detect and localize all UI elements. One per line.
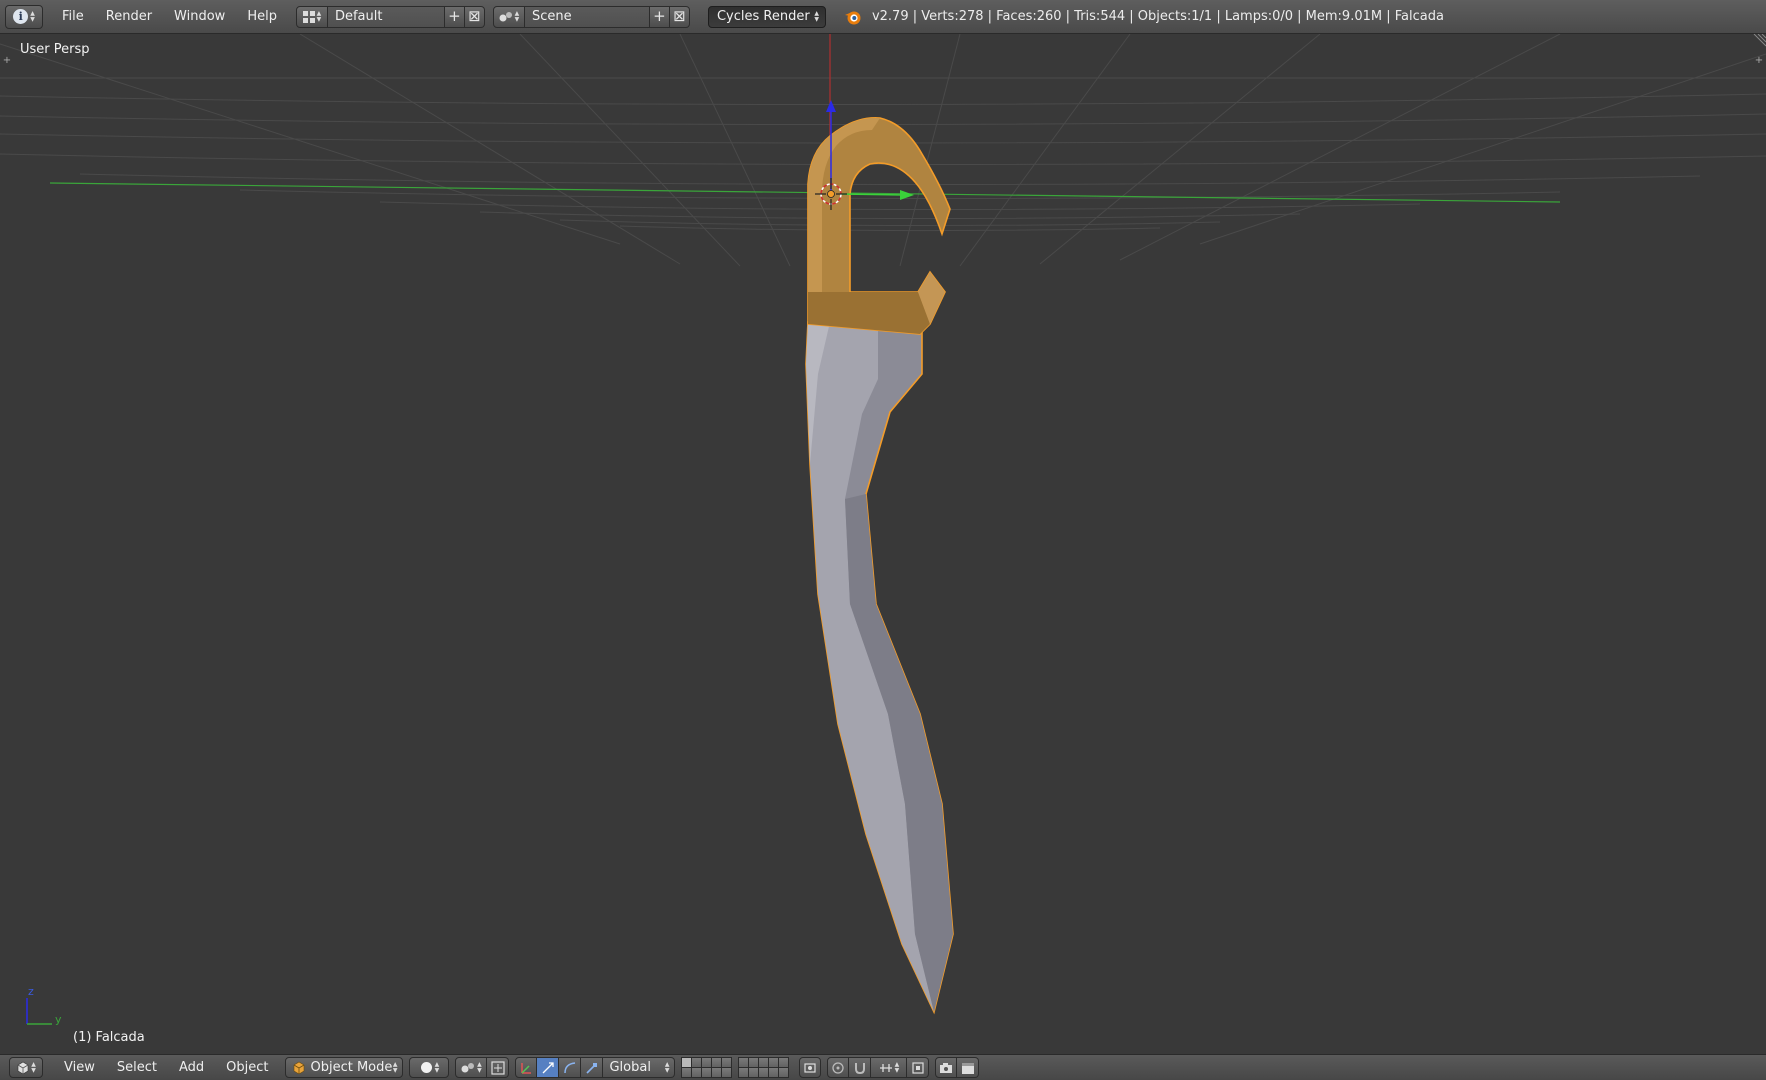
combined-manipulator-icon: [586, 1062, 597, 1074]
snap-target-icon: [912, 1061, 924, 1074]
transform-orientation-label: Global: [609, 1060, 651, 1075]
manipulator-scale-button[interactable]: [559, 1057, 582, 1078]
chevron-updown-icon: ▲ ▼: [30, 9, 35, 23]
y-axis-line: [49, 182, 1561, 203]
opengl-render-animation-button[interactable]: [957, 1057, 980, 1078]
chevron-updown-icon: ▲ ▼: [814, 9, 819, 23]
chevron-updown-icon: ▲ ▼: [434, 1060, 440, 1074]
scene-browse-button[interactable]: ▲ ▼: [492, 5, 525, 28]
menu-view[interactable]: View: [53, 1060, 106, 1075]
manipulator-rotate-button[interactable]: [537, 1057, 560, 1078]
editor-type-button[interactable]: i ▲ ▼: [5, 4, 43, 29]
lock-layers-button[interactable]: [799, 1057, 822, 1078]
active-object-label: (1) Falcada: [73, 1030, 145, 1045]
menu-render[interactable]: Render: [95, 0, 163, 34]
proportional-editing-button[interactable]: [827, 1057, 850, 1078]
3d-viewport[interactable]: z y User Persp (1) Falcada + +: [0, 34, 1766, 1054]
pivot-and-manipulator-group: ▲ ▼: [455, 1057, 510, 1078]
interaction-mode-dropdown[interactable]: Object Mode ▲ ▼: [285, 1057, 404, 1078]
scene-field[interactable]: Scene: [524, 5, 650, 28]
info-header: i ▲ ▼ File Render Window Help ▲ ▼ Default …: [0, 0, 1766, 34]
snap-increment-icon: [879, 1063, 892, 1072]
screen-layout-selector: ▲ ▼ Default + ⊠: [295, 5, 485, 28]
3d-view-header: ▲ ▼ View Select Add Object Object Mode ▲ ▼…: [0, 1054, 1766, 1080]
properties-expand-icon[interactable]: +: [1754, 56, 1764, 66]
clapperboard-icon: [961, 1062, 974, 1074]
menu-add[interactable]: Add: [168, 1060, 215, 1075]
rotate-icon: [542, 1061, 554, 1073]
area-split-corner-icon[interactable]: [1750, 34, 1766, 50]
toolshelf-expand-icon[interactable]: +: [2, 56, 12, 66]
translate-arrows-icon: [521, 1062, 532, 1074]
scene-layers: [681, 1057, 790, 1078]
main-menu: File Render Window Help: [51, 0, 288, 34]
blender-logo-icon: [844, 11, 861, 24]
solid-shading-icon: [420, 1062, 432, 1073]
chevron-updown-icon: ▲ ▼: [477, 1060, 482, 1074]
render-engine-dropdown[interactable]: Cycles Render ▲ ▼: [707, 5, 826, 28]
screen-layout-browse-button[interactable]: ▲ ▼: [295, 5, 328, 28]
snap-target-button[interactable]: [907, 1057, 930, 1078]
chevron-updown-icon: ▲ ▼: [392, 1061, 398, 1074]
gizmo-y-label: y: [55, 1013, 62, 1026]
scene-selector: ▲ ▼ Scene + ⊠: [492, 5, 690, 28]
scene-icon: [499, 11, 512, 21]
manipulator-icon: [491, 1060, 505, 1075]
magnet-icon: [854, 1062, 865, 1074]
chevron-updown-icon: ▲ ▼: [894, 1060, 900, 1074]
view-perspective-label: User Persp: [20, 42, 90, 57]
viewport-canvas[interactable]: z y: [0, 34, 1766, 1054]
menu-select[interactable]: Select: [106, 1060, 168, 1075]
pivot-point-icon: [461, 1062, 475, 1072]
manipulator-types-group: Global ▲ ▼: [515, 1057, 676, 1078]
menu-file[interactable]: File: [51, 0, 95, 34]
y-manipulator-line: [839, 193, 906, 196]
chevron-updown-icon: ▲ ▼: [514, 9, 520, 23]
3d-view-menu: View Select Add Object: [53, 1060, 279, 1075]
z-arrow-head: [826, 100, 836, 112]
snap-toggle-button[interactable]: [849, 1057, 872, 1078]
render-engine-label: Cycles Render: [716, 8, 810, 24]
render-buttons-group: [935, 1057, 980, 1078]
add-screen-button[interactable]: +: [444, 5, 465, 28]
object-mode-icon: [294, 1061, 305, 1074]
gizmo-z-label: z: [28, 985, 34, 998]
chevron-updown-icon: ▲ ▼: [31, 1060, 36, 1074]
transform-manipulator-toggle[interactable]: [487, 1057, 510, 1078]
orientation-axis-gizmo: z y: [26, 985, 62, 1026]
layer-extra-group: [799, 1057, 822, 1078]
camera-layer-icon: [804, 1062, 817, 1073]
chevron-updown-icon: ▲ ▼: [664, 1061, 670, 1074]
snap-element-dropdown[interactable]: ▲ ▼: [871, 1057, 908, 1078]
manipulator-combined-button[interactable]: [581, 1057, 604, 1078]
proportional-circle-icon: [832, 1061, 845, 1074]
menu-help[interactable]: Help: [236, 0, 288, 34]
viewport-shading-dropdown[interactable]: ▲ ▼: [409, 1057, 450, 1078]
camera-icon: [940, 1062, 953, 1073]
proportional-snap-group: ▲ ▼: [827, 1057, 930, 1078]
pivot-point-dropdown[interactable]: ▲ ▼: [455, 1057, 488, 1078]
editor-type-button[interactable]: ▲ ▼: [9, 1057, 43, 1078]
layer-block-1[interactable]: [681, 1057, 733, 1078]
menu-object[interactable]: Object: [215, 1060, 279, 1075]
3d-view-cube-icon: [17, 1061, 29, 1074]
screen-layout-field[interactable]: Default: [327, 5, 445, 28]
falcata-model: [805, 117, 954, 1015]
remove-scene-button[interactable]: ⊠: [669, 5, 690, 28]
scene-statistics: v2.79 | Verts:278 | Faces:260 | Tris:544…: [871, 9, 1444, 24]
interaction-mode-label: Object Mode: [310, 1060, 393, 1075]
remove-screen-button[interactable]: ⊠: [464, 5, 485, 28]
layer-block-2[interactable]: [738, 1057, 790, 1078]
add-scene-button[interactable]: +: [649, 5, 670, 28]
manipulator-translate-button[interactable]: [515, 1057, 538, 1078]
scale-curve-icon: [564, 1061, 576, 1073]
chevron-updown-icon: ▲ ▼: [316, 9, 322, 23]
opengl-render-image-button[interactable]: [935, 1057, 958, 1078]
layout-grid-icon: [302, 10, 315, 23]
menu-window[interactable]: Window: [163, 0, 236, 34]
transform-orientation-dropdown[interactable]: Global ▲ ▼: [603, 1057, 676, 1078]
info-icon: i: [13, 9, 29, 24]
